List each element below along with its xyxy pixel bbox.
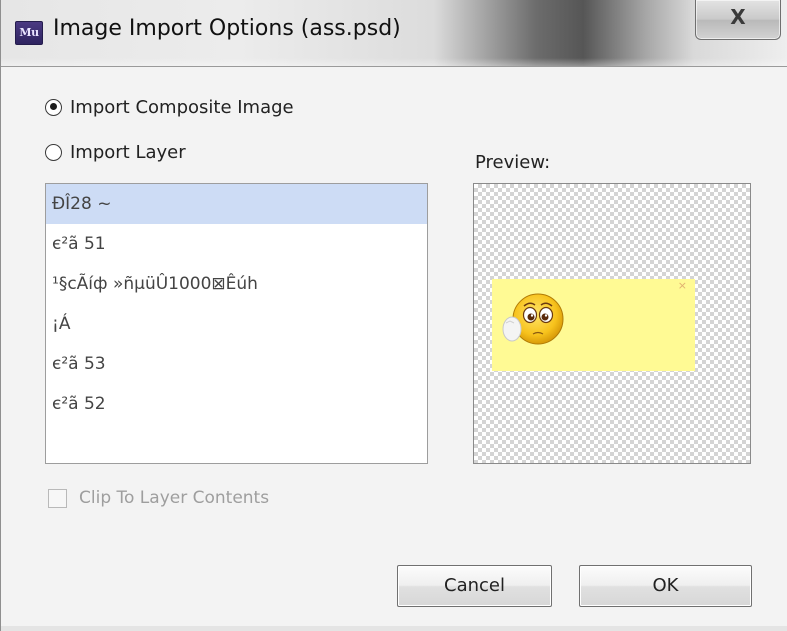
muse-app-icon: Mu [15, 21, 43, 45]
import-layer-label[interactable]: Import Layer [70, 142, 186, 163]
preview-card-close-icon: × [677, 279, 687, 292]
clip-to-layer-label[interactable]: Clip To Layer Contents [79, 488, 269, 508]
import-composite-label[interactable]: Import Composite Image [70, 97, 294, 118]
close-button[interactable]: X [695, 0, 781, 40]
preview-image: × [492, 279, 695, 371]
title-bar-divider [1, 66, 787, 67]
title-bar[interactable]: Mu Image Import Options (ass.psd) X [1, 0, 787, 66]
dialog-title: Image Import Options (ass.psd) [53, 16, 401, 41]
import-composite-option[interactable]: Import Composite Image [45, 94, 294, 120]
clip-to-layer-checkbox[interactable] [48, 488, 67, 508]
image-import-options-dialog: Mu Image Import Options (ass.psd) X Impo… [0, 0, 787, 631]
preview-label: Preview: [475, 152, 551, 173]
smiley-emoticon-icon [502, 293, 564, 345]
layer-list-item[interactable]: ¹§cÃíф »ñµüÛ1000⊠Êúh [46, 264, 427, 304]
layer-list-item[interactable]: є²ã 53 [46, 344, 427, 384]
layer-list-item[interactable]: є²ã 51 [46, 224, 427, 264]
window-bottom-edge [1, 626, 787, 631]
cancel-button[interactable]: Cancel [397, 565, 552, 607]
preview-pane: × [473, 183, 751, 464]
import-layer-radio[interactable] [45, 143, 62, 161]
layer-list-item[interactable]: є²ã 52 [46, 384, 427, 424]
layer-list-item[interactable]: ¡Á [46, 304, 427, 344]
layer-list[interactable]: ÐÎ28 ~ є²ã 51 ¹§cÃíф »ñµüÛ1000⊠Êúh ¡Á є²… [45, 183, 428, 464]
clip-to-layer-option[interactable]: Clip To Layer Contents [48, 486, 269, 510]
import-layer-option[interactable]: Import Layer [45, 139, 186, 165]
layer-list-item[interactable]: ÐÎ28 ~ [46, 184, 427, 224]
import-composite-radio[interactable] [45, 98, 62, 116]
ok-button[interactable]: OK [579, 565, 752, 607]
close-icon: X [730, 5, 746, 29]
